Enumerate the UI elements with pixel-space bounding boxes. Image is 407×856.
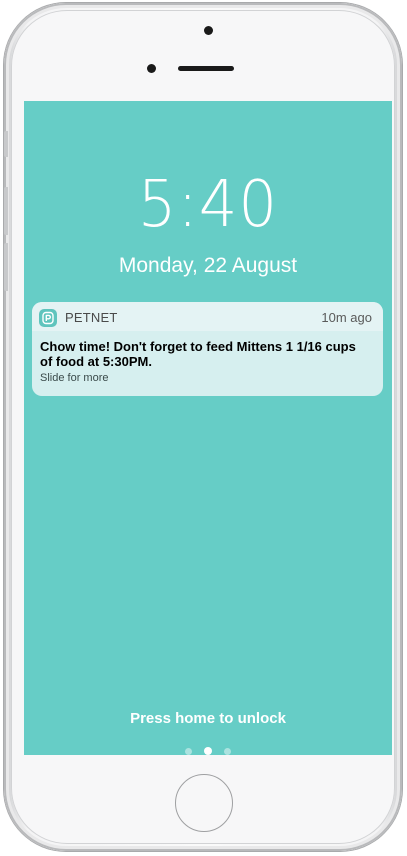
front-camera xyxy=(204,26,213,35)
volume-down-button xyxy=(4,243,8,291)
page-dot[interactable] xyxy=(185,748,192,755)
notification-card[interactable]: PETNET 10m ago Chow time! Don't forget t… xyxy=(32,302,383,396)
home-button[interactable] xyxy=(175,774,233,832)
mute-switch xyxy=(4,131,8,157)
volume-up-button xyxy=(4,187,8,235)
page-indicator[interactable] xyxy=(24,742,392,755)
lock-screen: 5:40 Monday, 22 August PETNET 10m ago Ch… xyxy=(24,101,392,755)
notification-message: Chow time! Don't forget to feed Mittens … xyxy=(40,339,356,369)
petnet-app-icon xyxy=(39,309,57,327)
lockscreen-clock: 5:40 xyxy=(24,173,392,237)
notification-action-hint: Slide for more xyxy=(40,372,109,384)
lockscreen-date: Monday, 22 August xyxy=(118,254,298,277)
unlock-hint: Press home to unlock xyxy=(130,710,286,727)
notification-app-name: PETNET xyxy=(65,310,118,325)
page-dot[interactable] xyxy=(224,748,231,755)
page-dot-active[interactable] xyxy=(204,747,212,755)
earpiece-speaker xyxy=(178,66,234,71)
clock-time: 5:40 xyxy=(137,168,279,242)
proximity-sensor xyxy=(147,64,156,73)
notification-header: PETNET 10m ago xyxy=(32,302,383,331)
notification-timestamp: 10m ago xyxy=(321,310,372,325)
